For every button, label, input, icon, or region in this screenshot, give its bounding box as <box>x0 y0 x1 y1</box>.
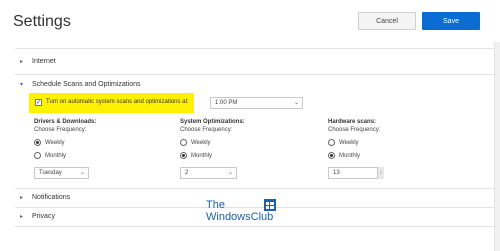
sysopt-title: System Optimizations: <box>180 119 245 125</box>
chevron-down-icon: ⌄ <box>293 100 299 106</box>
divider <box>15 226 495 227</box>
radio-label: Weekly <box>45 139 65 146</box>
radio-label: Monthly <box>45 152 67 159</box>
spinner-arrows-icon[interactable]: ↕ <box>377 167 384 179</box>
section-internet[interactable]: ▸ Internet <box>20 58 56 65</box>
drivers-day-select[interactable]: Tuesday ⌄ <box>34 167 89 179</box>
hardware-day-select[interactable]: 13 <box>328 167 384 179</box>
chevron-down-icon: ⌄ <box>227 170 233 176</box>
auto-scan-label: Turn on automatic system scans and optim… <box>46 99 189 105</box>
section-notifications-label: Notifications <box>32 194 71 201</box>
sysopt-choose-frequency: Choose Frequency: <box>180 127 233 133</box>
section-schedule[interactable]: ▾ Schedule Scans and Optimizations <box>20 81 141 88</box>
time-select-value: 1:00 PM <box>215 100 238 106</box>
section-privacy[interactable]: ▸ Privacy <box>20 213 55 220</box>
section-schedule-label: Schedule Scans and Optimizations <box>32 81 141 88</box>
section-notifications[interactable]: ▸ Notifications <box>20 194 70 201</box>
chevron-right-icon: ▸ <box>20 214 24 220</box>
chevron-down-icon: ▾ <box>20 82 24 88</box>
radio-label: Monthly <box>339 152 361 159</box>
page-title: Settings <box>13 13 71 30</box>
hardware-choose-frequency: Choose Frequency: <box>328 127 381 133</box>
divider <box>15 188 495 189</box>
divider <box>15 48 495 49</box>
chevron-right-icon: ▸ <box>20 195 24 201</box>
section-internet-label: Internet <box>32 58 56 65</box>
sysopt-day-select[interactable]: 2 ⌄ <box>180 167 237 179</box>
sysopt-weekly-radio[interactable]: Weekly <box>180 139 211 146</box>
sysopt-monthly-radio[interactable]: Monthly <box>180 152 212 159</box>
cancel-button[interactable]: Cancel <box>358 12 416 30</box>
time-select[interactable]: 1:00 PM ⌄ <box>210 97 303 109</box>
hardware-day-value: 13 <box>333 170 340 176</box>
radio-indicator <box>328 152 335 159</box>
radio-indicator <box>180 139 187 146</box>
watermark-line2: WindowsClub <box>206 211 274 223</box>
radio-label: Weekly <box>191 139 211 146</box>
sysopt-day-value: 2 <box>185 170 189 176</box>
drivers-weekly-radio[interactable]: Weekly <box>34 139 65 146</box>
chevron-right-icon: ▸ <box>20 59 24 65</box>
drivers-choose-frequency: Choose Frequency: <box>34 127 87 133</box>
hardware-title: Hardware scans: <box>328 119 377 125</box>
radio-label: Weekly <box>339 139 359 146</box>
auto-scan-checkbox[interactable]: ✓ <box>35 99 42 106</box>
drivers-title: Drivers & Downloads: <box>34 119 97 125</box>
radio-label: Monthly <box>191 152 213 159</box>
drivers-day-value: Tuesday <box>39 170 62 176</box>
divider <box>15 74 495 75</box>
hardware-weekly-radio[interactable]: Weekly <box>328 139 359 146</box>
radio-indicator <box>180 152 187 159</box>
save-button[interactable]: Save <box>422 12 480 30</box>
radio-indicator <box>34 139 41 146</box>
hardware-monthly-radio[interactable]: Monthly <box>328 152 360 159</box>
section-privacy-label: Privacy <box>32 213 55 220</box>
radio-indicator <box>34 152 41 159</box>
drivers-monthly-radio[interactable]: Monthly <box>34 152 66 159</box>
windowsclub-logo-icon <box>264 199 276 211</box>
chevron-down-icon: ⌄ <box>79 170 85 176</box>
radio-indicator <box>328 139 335 146</box>
